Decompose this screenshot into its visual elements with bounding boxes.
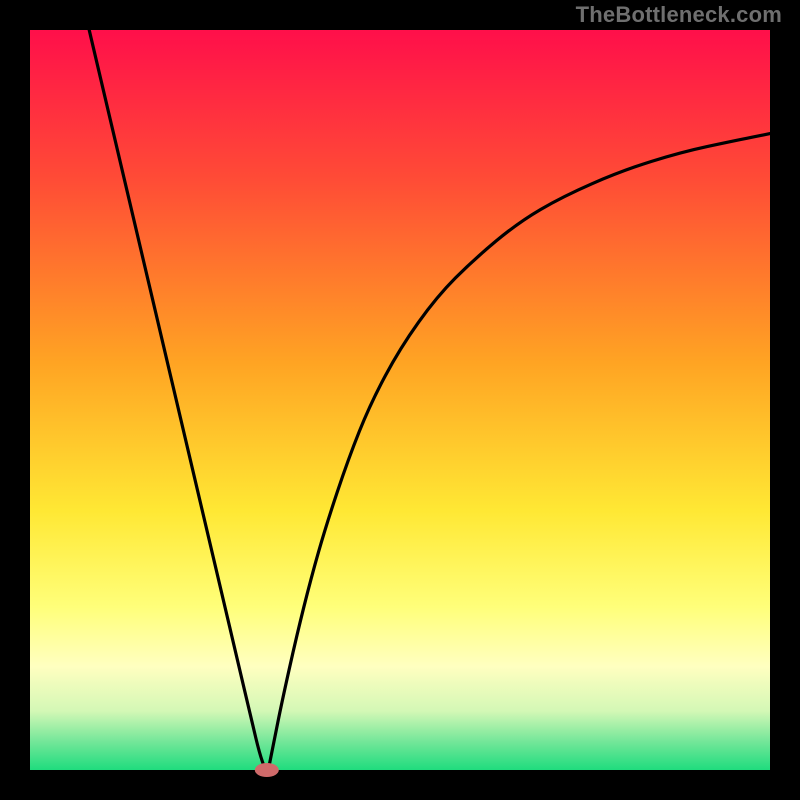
bottleneck-curve-plot	[0, 0, 800, 800]
minimum-marker	[255, 763, 279, 777]
chart-frame: TheBottleneck.com	[0, 0, 800, 800]
plot-background-gradient	[30, 30, 770, 770]
